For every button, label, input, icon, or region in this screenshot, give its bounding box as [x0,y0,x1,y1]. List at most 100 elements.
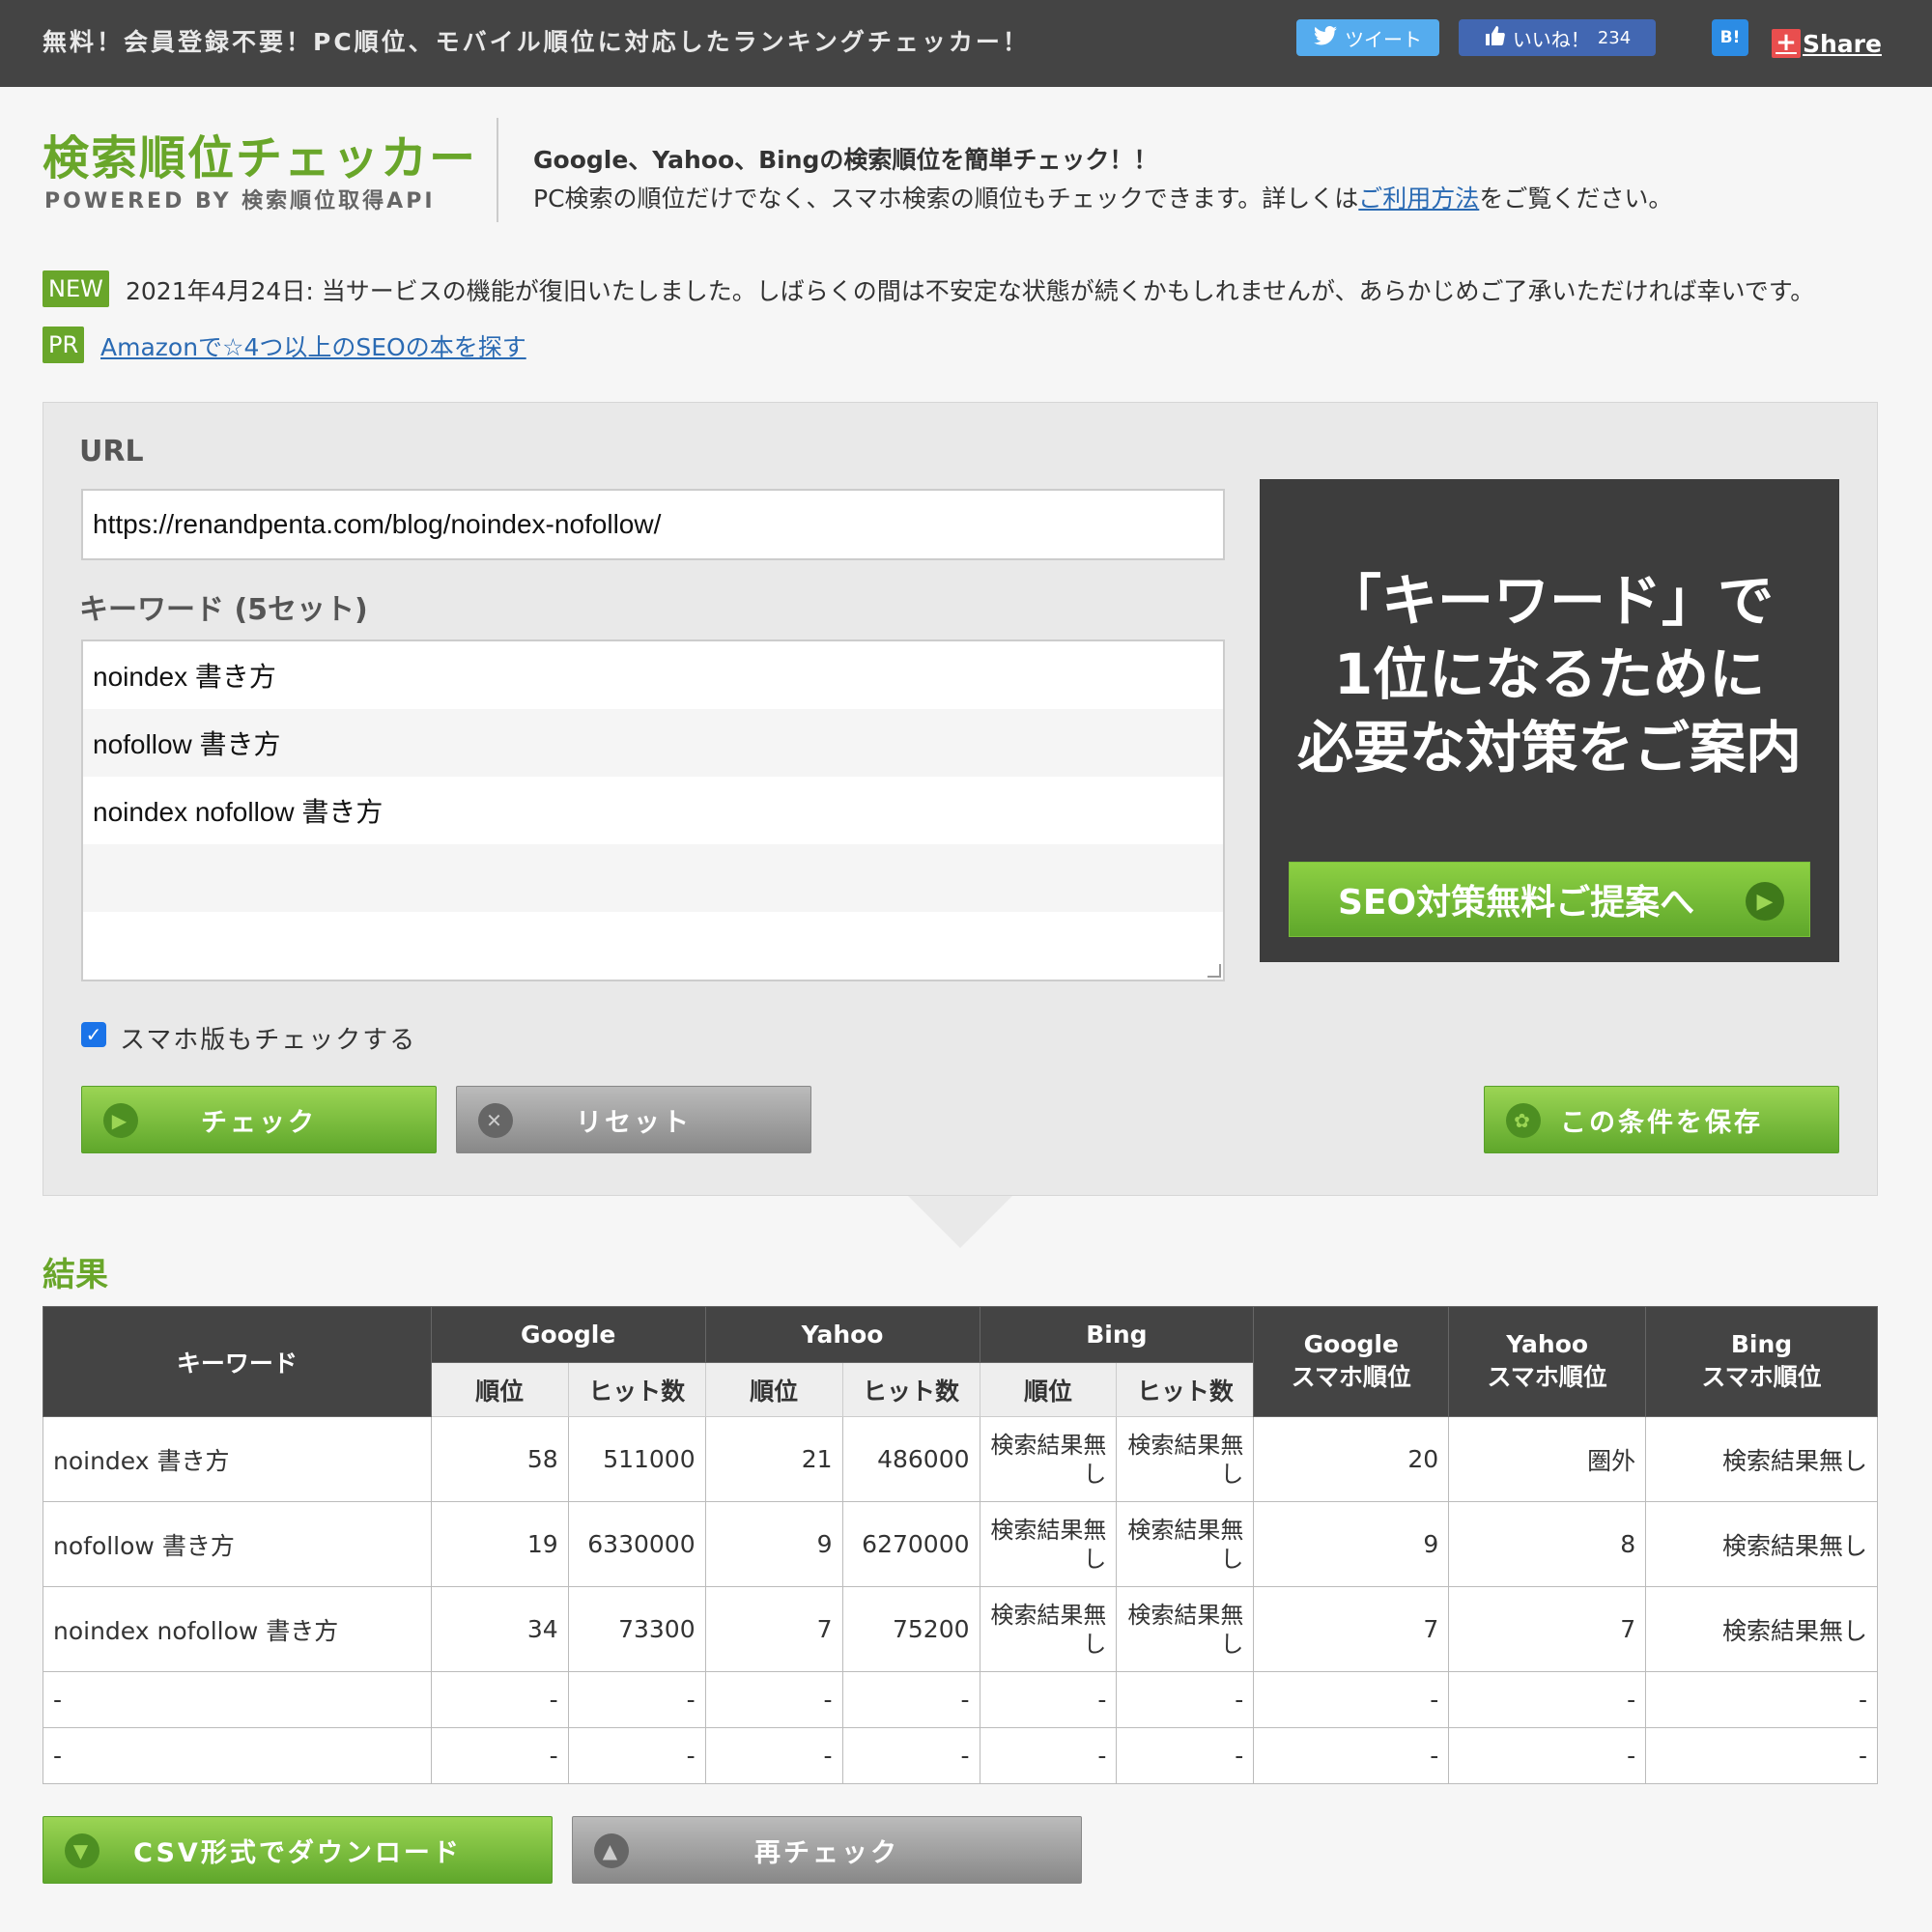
usage-guide-link[interactable]: ご利用方法 [1358,185,1479,213]
logo-title[interactable]: 検索順位チェッカー [43,120,477,187]
cell-bing-hits: 検索結果無し [1116,1586,1255,1672]
cell-yahoo-rank: - [704,1671,843,1728]
seo-ad-banner[interactable]: 「キーワード」で 1位になるために 必要な対策をご案内 SEO対策無料ご提案へ … [1260,479,1839,962]
cell-yahoo-mobile: - [1448,1727,1647,1784]
cell-google-hits: 73300 [567,1586,706,1672]
cell-bing-hits: 検索結果無し [1116,1501,1255,1587]
cell-yahoo-rank: 21 [704,1416,843,1502]
cell-google-rank: 58 [430,1416,569,1502]
results-title: 結果 [43,1256,108,1294]
intro-description: PC検索の順位だけでなく、スマホ検索の順位もチェックできます。詳しくはご利用方法… [533,180,1672,214]
arrow-right-circle-icon: ▶ [1746,882,1784,921]
header-google-mobile: Google スマホ順位 [1253,1306,1450,1417]
check-button[interactable]: ▶ チェック [81,1086,437,1153]
mobile-check-label[interactable]: スマホ版もチェックする [120,1020,416,1056]
facebook-like-button[interactable]: いいね！ 234 [1459,19,1656,56]
cell-google-hits: - [567,1671,706,1728]
cell-bing-rank: 検索結果無し [979,1416,1118,1502]
cell-google-rank: 34 [430,1586,569,1672]
table-row: noindex nofollow 書き方 34 73300 7 75200 検索… [43,1586,1878,1672]
csv-download-button[interactable]: ▼ CSV形式でダウンロード [43,1816,553,1884]
keyword-textarea[interactable]: noindex 書き方 nofollow 書き方 noindex nofollo… [81,639,1225,981]
header-google: Google [430,1306,706,1363]
cell-yahoo-hits: - [841,1727,980,1784]
header-google-hits: ヒット数 [567,1362,706,1417]
cell-google-mobile: - [1253,1727,1450,1784]
ad-line-1: 「キーワード」で [1324,568,1774,634]
cell-yahoo-mobile: 8 [1448,1501,1647,1587]
header-yahoo-mobile-line2: スマホ順位 [1487,1363,1607,1391]
save-button-label: この条件を保存 [1560,1107,1763,1138]
header-yahoo-mobile-line1: Yahoo [1506,1330,1589,1358]
cell-bing-mobile: - [1645,1727,1878,1784]
arrow-up-circle-icon: ▲ [594,1833,629,1868]
logo-subtitle: POWERED BY 検索順位取得API [44,189,436,213]
cell-google-mobile: 9 [1253,1501,1450,1587]
keyword-line-3[interactable]: noindex nofollow 書き方 [83,777,1223,844]
url-label: URL [79,435,144,469]
ad-copy: 「キーワード」で 1位になるために 必要な対策をご案内 [1260,564,1839,784]
keyword-line-5[interactable] [83,912,1223,980]
share-button[interactable]: + Share [1772,19,1882,58]
header-keyword: キーワード [43,1306,432,1417]
recheck-button[interactable]: ▲ 再チェック [572,1816,1082,1884]
ad-cta-button[interactable]: SEO対策無料ご提案へ ▶ [1289,862,1810,937]
cell-bing-rank: - [979,1671,1118,1728]
cell-bing-mobile: 検索結果無し [1645,1501,1878,1587]
table-row: nofollow 書き方 19 6330000 9 6270000 検索結果無し… [43,1501,1878,1587]
cell-google-rank: 19 [430,1501,569,1587]
amazon-seo-books-link[interactable]: Amazonで☆4つ以上のSEOの本を探す [100,328,526,363]
like-label: いいね！ [1512,27,1590,51]
cell-google-hits: 511000 [567,1416,706,1502]
cell-yahoo-mobile: - [1448,1671,1647,1728]
tweet-label: ツイート [1345,27,1422,51]
cell-google-rank: - [430,1727,569,1784]
new-badge: NEW [43,270,109,307]
header-yahoo: Yahoo [704,1306,980,1363]
keyword-line-4[interactable] [83,844,1223,912]
header-yahoo-rank: 順位 [704,1362,843,1417]
cell-yahoo-hits: - [841,1671,980,1728]
cell-google-rank: - [430,1671,569,1728]
cell-bing-rank: 検索結果無し [979,1501,1118,1587]
panel-pointer-arrow [908,1196,1012,1248]
gear-icon: ✿ [1506,1103,1541,1138]
cell-bing-mobile: 検索結果無し [1645,1416,1878,1502]
cell-keyword: nofollow 書き方 [43,1501,432,1587]
header-google-rank: 順位 [430,1362,569,1417]
arrow-right-circle-icon: ▶ [103,1103,138,1138]
top-bar: 無料！会員登録不要！PC順位、モバイル順位に対応したランキングチェッカー！ ツイ… [0,0,1932,87]
header-bing-mobile-line2: スマホ順位 [1701,1363,1822,1391]
cell-yahoo-hits: 6270000 [841,1501,980,1587]
cell-keyword: - [43,1671,432,1728]
cell-yahoo-hits: 75200 [841,1586,980,1672]
table-row: - - - - - - - - - - [43,1727,1878,1784]
cell-bing-hits: - [1116,1727,1255,1784]
keyword-line-2[interactable]: nofollow 書き方 [83,709,1223,777]
csv-button-label: CSV形式でダウンロード [133,1837,462,1868]
cell-yahoo-rank: 7 [704,1586,843,1672]
mobile-check-checkbox[interactable]: ✓ [81,1022,106,1047]
url-input[interactable]: https://renandpenta.com/blog/noindex-nof… [81,489,1225,560]
header-bing: Bing [979,1306,1255,1363]
save-conditions-button[interactable]: ✿ この条件を保存 [1484,1086,1839,1153]
reset-button[interactable]: ✕ リセット [456,1086,811,1153]
hatena-bookmark-button[interactable]: B! [1712,19,1748,56]
intro-text-post: をご覧ください。 [1479,185,1673,213]
keyword-line-1[interactable]: noindex 書き方 [83,641,1223,709]
header-bing-hits: ヒット数 [1116,1362,1255,1417]
tweet-button[interactable]: ツイート [1296,19,1439,56]
ad-line-2: 1位になるために [1333,641,1766,707]
cell-yahoo-rank: - [704,1727,843,1784]
keyword-label: キーワード (5セット) [79,593,368,627]
cell-keyword: - [43,1727,432,1784]
like-count: 234 [1597,27,1632,48]
cell-bing-mobile: 検索結果無し [1645,1586,1878,1672]
textarea-resize-handle[interactable] [1208,964,1221,978]
header-bing-mobile-line1: Bing [1730,1330,1793,1358]
ad-cta-label: SEO対策無料ご提案へ [1338,883,1695,923]
cell-bing-hits: 検索結果無し [1116,1416,1255,1502]
cell-keyword: noindex 書き方 [43,1416,432,1502]
table-row: noindex 書き方 58 511000 21 486000 検索結果無し 検… [43,1416,1878,1502]
cell-google-mobile: 7 [1253,1586,1450,1672]
